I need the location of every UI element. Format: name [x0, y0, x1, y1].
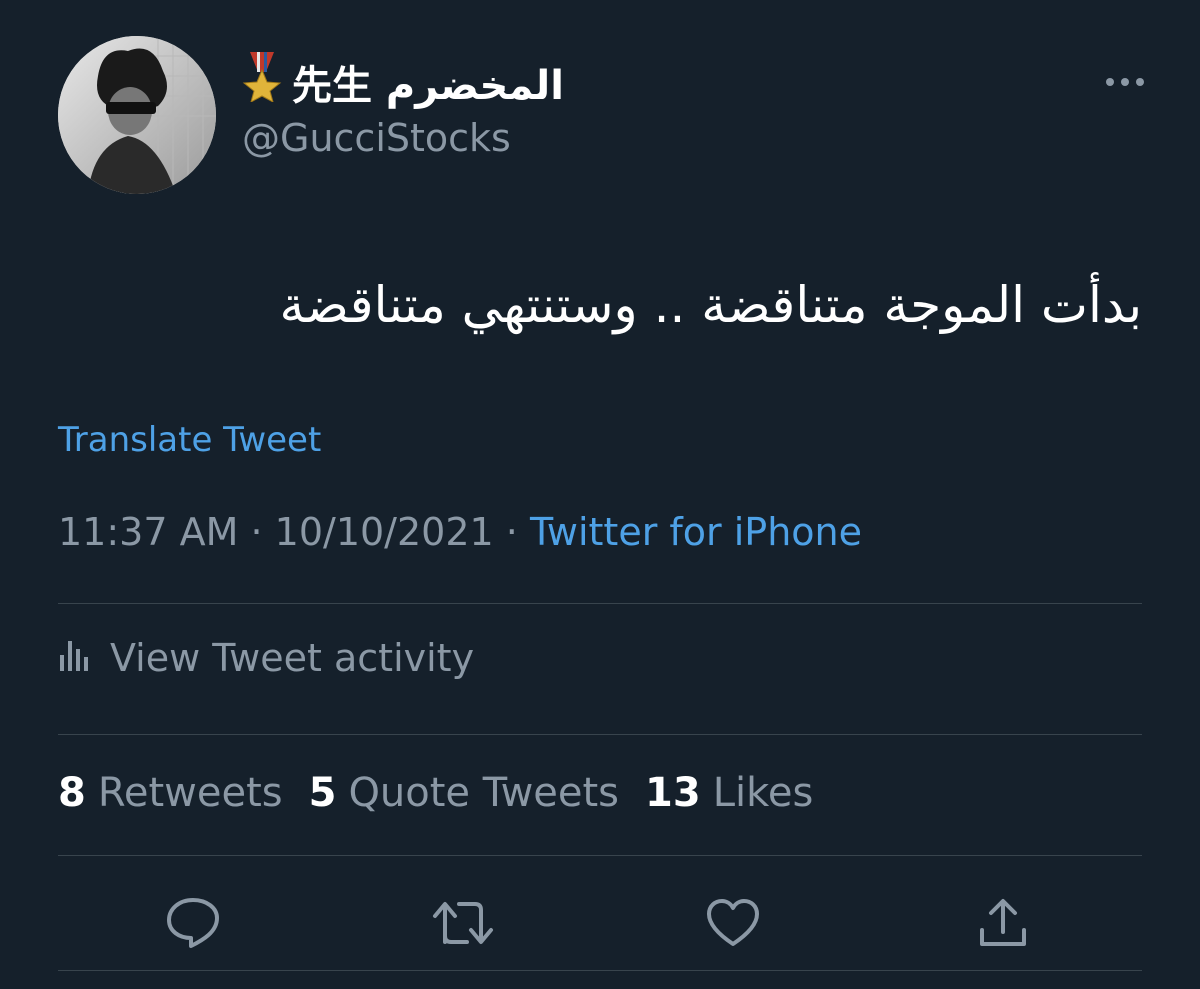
retweet-icon[interactable]	[428, 888, 498, 958]
tweet-time: 11:37 AM	[58, 510, 239, 554]
likes-stat[interactable]: 13 Likes	[645, 770, 813, 816]
tweet-meta: 11:37 AM · 10/10/2021 · Twitter for iPho…	[58, 510, 862, 554]
tweet-date: 10/10/2021	[274, 510, 494, 554]
avatar[interactable]	[58, 36, 216, 194]
share-icon[interactable]	[968, 888, 1038, 958]
display-name[interactable]: المخضرم 先生	[242, 52, 564, 112]
display-name-text: المخضرم 先生	[292, 63, 564, 109]
quotes-count: 5	[308, 770, 337, 816]
reply-icon[interactable]	[158, 888, 228, 958]
meta-separator: ·	[250, 510, 263, 554]
tweet-text: بدأت الموجة متناقضة .. وستنتهي متناقضة	[279, 276, 1143, 334]
tweet-source-link[interactable]: Twitter for iPhone	[530, 510, 862, 554]
quotes-label: Quote Tweets	[348, 770, 620, 816]
divider	[58, 734, 1142, 735]
quote-tweets-stat[interactable]: 5 Quote Tweets	[309, 770, 619, 816]
profile-photo	[58, 36, 216, 194]
like-icon[interactable]	[698, 888, 768, 958]
likes-count: 13	[645, 770, 701, 816]
meta-separator: ·	[505, 510, 518, 554]
user-names: المخضرم 先生 @GucciStocks	[242, 52, 564, 160]
user-handle[interactable]: @GucciStocks	[242, 116, 564, 160]
retweets-count: 8	[58, 770, 86, 816]
divider	[58, 970, 1142, 971]
more-options-icon[interactable]	[1102, 70, 1148, 94]
bar-chart-icon	[58, 636, 92, 680]
tweet-header: المخضرم 先生 @GucciStocks	[58, 36, 1148, 196]
retweets-stat[interactable]: 8 Retweets	[58, 770, 283, 816]
likes-label: Likes	[712, 770, 814, 816]
view-tweet-activity[interactable]: View Tweet activity	[58, 636, 474, 680]
retweets-label: Retweets	[97, 770, 283, 816]
divider	[58, 603, 1142, 604]
tweet-actions	[0, 888, 1200, 958]
military-medal-icon	[242, 52, 282, 112]
tweet-stats: 8 Retweets 5 Quote Tweets 13 Likes	[58, 770, 813, 816]
translate-tweet-link[interactable]: Translate Tweet	[58, 420, 321, 460]
divider	[58, 855, 1142, 856]
activity-label: View Tweet activity	[110, 636, 475, 680]
